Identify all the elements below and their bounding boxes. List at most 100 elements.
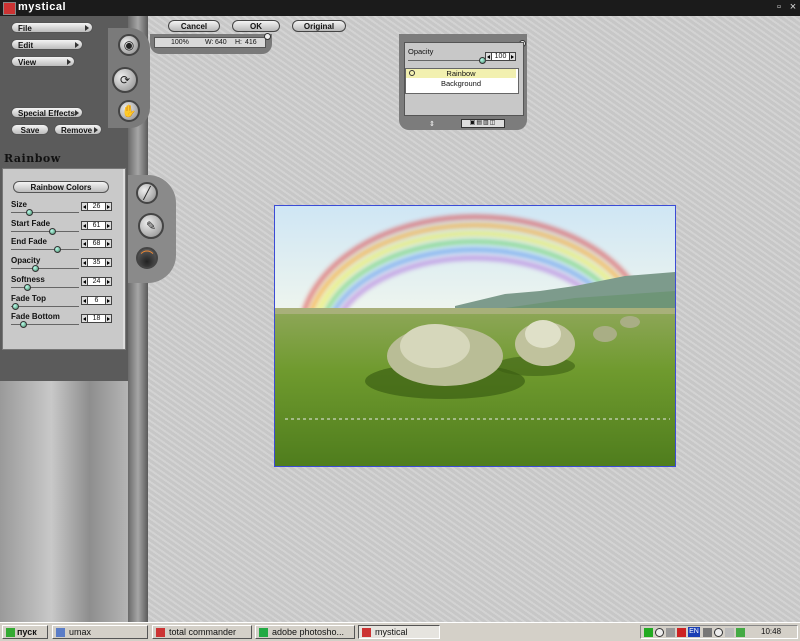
setting-fade-top: Fade Top 6	[3, 294, 121, 312]
task-label: total commander	[169, 627, 237, 637]
tray-clock-icon[interactable]	[655, 628, 664, 637]
opacity-label: Opacity	[408, 47, 434, 56]
system-tray: EN 10:48	[640, 625, 798, 639]
edit-menu-button[interactable]: Edit	[11, 39, 83, 50]
layer-name: Background	[440, 79, 482, 88]
slider-knob[interactable]	[25, 209, 33, 216]
setting-opacity: Opacity 35	[3, 256, 121, 274]
chevron-right-icon	[85, 25, 89, 31]
remove-label: Remove	[61, 126, 93, 135]
zoom-level: 100%	[171, 39, 189, 46]
effect-settings-panel: Rainbow Colors Size 26 Start Fade 61 End Fad…	[2, 168, 126, 350]
task-label: umax	[69, 627, 92, 637]
original-button[interactable]: Original	[292, 20, 346, 32]
value-stepper[interactable]: 6	[81, 295, 112, 305]
slider-knob[interactable]	[20, 321, 28, 329]
brush-icon[interactable]: ✎	[138, 213, 164, 239]
chevron-right-icon	[94, 127, 98, 133]
slider-knob[interactable]	[54, 246, 62, 254]
setting-fade-bottom: Fade Bottom 18	[3, 312, 121, 330]
special-effects-button[interactable]: Special Effects	[11, 107, 83, 118]
edit-menu-label: Edit	[18, 41, 34, 50]
save-button[interactable]: Save	[11, 124, 49, 135]
rainbow-icon[interactable]: ⌒	[136, 247, 158, 269]
tray-monitor-icon[interactable]	[703, 628, 712, 637]
slider-knob[interactable]	[12, 302, 20, 310]
value-stepper[interactable]: 26	[81, 202, 112, 211]
close-icon[interactable]: ×	[786, 0, 800, 14]
slider-track	[11, 286, 79, 288]
value-stepper[interactable]: 18	[81, 314, 112, 324]
rainbow-colors-button[interactable]: Rainbow Colors	[13, 181, 109, 193]
slider-track	[11, 230, 79, 232]
tray-volume-icon[interactable]	[666, 628, 675, 637]
minimize-icon[interactable]: ▫	[772, 0, 786, 14]
start-label: пуск	[17, 627, 37, 637]
layer-list: Rainbow Background	[405, 68, 519, 94]
slider-track	[11, 305, 79, 307]
file-menu-label: File	[18, 24, 32, 33]
tray-shield-icon[interactable]	[644, 628, 653, 637]
view-menu-button[interactable]: View	[11, 56, 75, 67]
task-photoshop[interactable]: adobe photosho...	[255, 625, 355, 639]
slider-knob[interactable]	[24, 283, 32, 291]
chevron-right-icon	[75, 42, 79, 48]
setting-value: 35	[92, 259, 101, 267]
task-label: adobe photosho...	[272, 627, 345, 637]
value-stepper[interactable]: 68	[81, 239, 112, 249]
width-label: W:	[205, 39, 214, 46]
setting-label: Fade Bottom	[11, 312, 60, 322]
chevron-right-icon	[67, 59, 71, 65]
tray-play-icon[interactable]	[736, 628, 745, 637]
setting-value: 6	[94, 296, 99, 304]
layer-tools[interactable]: ▣▤▥◫	[461, 119, 505, 128]
task-mystical[interactable]: mystical	[358, 625, 440, 639]
special-effects-label: Special Effects	[18, 109, 75, 118]
cancel-button[interactable]: Cancel	[168, 20, 220, 32]
image-info-readout: 100% W: 640 H: 416	[154, 37, 266, 48]
image-info-box: 100% W: 640 H: 416	[150, 33, 272, 54]
value-stepper[interactable]: 61	[81, 220, 112, 230]
value-stepper[interactable]: 35	[81, 258, 112, 268]
task-total-commander[interactable]: total commander	[152, 625, 252, 639]
slider-knob[interactable]	[31, 265, 39, 273]
title-bar: mystical ▫ ×	[0, 0, 800, 16]
view-menu-label: View	[18, 58, 37, 67]
slider-knob[interactable]	[49, 227, 57, 235]
setting-value: 26	[92, 203, 101, 210]
language-indicator[interactable]: EN	[688, 627, 700, 637]
layers-inner: Opacity 100 Rainbow Background	[404, 42, 524, 116]
task-umax[interactable]: umax	[52, 625, 148, 639]
image-canvas[interactable]	[274, 205, 676, 467]
info-close-icon[interactable]	[264, 33, 271, 40]
slider-track	[11, 212, 79, 213]
scrollbar[interactable]	[123, 169, 125, 349]
layer-item-rainbow[interactable]: Rainbow	[406, 69, 516, 78]
layer-name: Rainbow	[446, 69, 476, 78]
wand-icon[interactable]: ╱	[136, 182, 158, 204]
layers-panel: Opacity 100 Rainbow Background ⇕ ▣▤▥◫	[399, 34, 527, 130]
eye-icon[interactable]: ◉	[118, 34, 140, 56]
brushed-metal-panel	[0, 381, 128, 622]
start-button[interactable]: пуск	[2, 625, 48, 639]
setting-label: Start Fade	[11, 218, 51, 228]
setting-value: 61	[92, 221, 101, 229]
file-menu-button[interactable]: File	[11, 22, 93, 33]
rotate-icon[interactable]: ⟳	[112, 67, 138, 93]
value-stepper[interactable]: 24	[81, 276, 112, 286]
tray-antivirus-icon[interactable]	[677, 628, 686, 637]
expand-icon[interactable]: ⇕	[429, 120, 435, 128]
tray-network-icon[interactable]	[725, 628, 734, 637]
opacity-stepper[interactable]: 100	[485, 52, 516, 61]
setting-size: Size 26	[3, 200, 121, 218]
setting-label: Opacity	[11, 256, 41, 266]
hand-icon[interactable]: ✋	[118, 100, 140, 122]
visibility-icon[interactable]	[409, 70, 415, 76]
total-commander-icon	[156, 628, 165, 637]
task-label: mystical	[375, 627, 408, 637]
remove-button[interactable]: Remove	[54, 124, 102, 135]
ok-button[interactable]: OK	[232, 20, 280, 32]
tray-search-icon[interactable]	[714, 628, 723, 637]
setting-label: Softness	[11, 274, 45, 284]
layer-item-background[interactable]: Background	[406, 79, 516, 88]
